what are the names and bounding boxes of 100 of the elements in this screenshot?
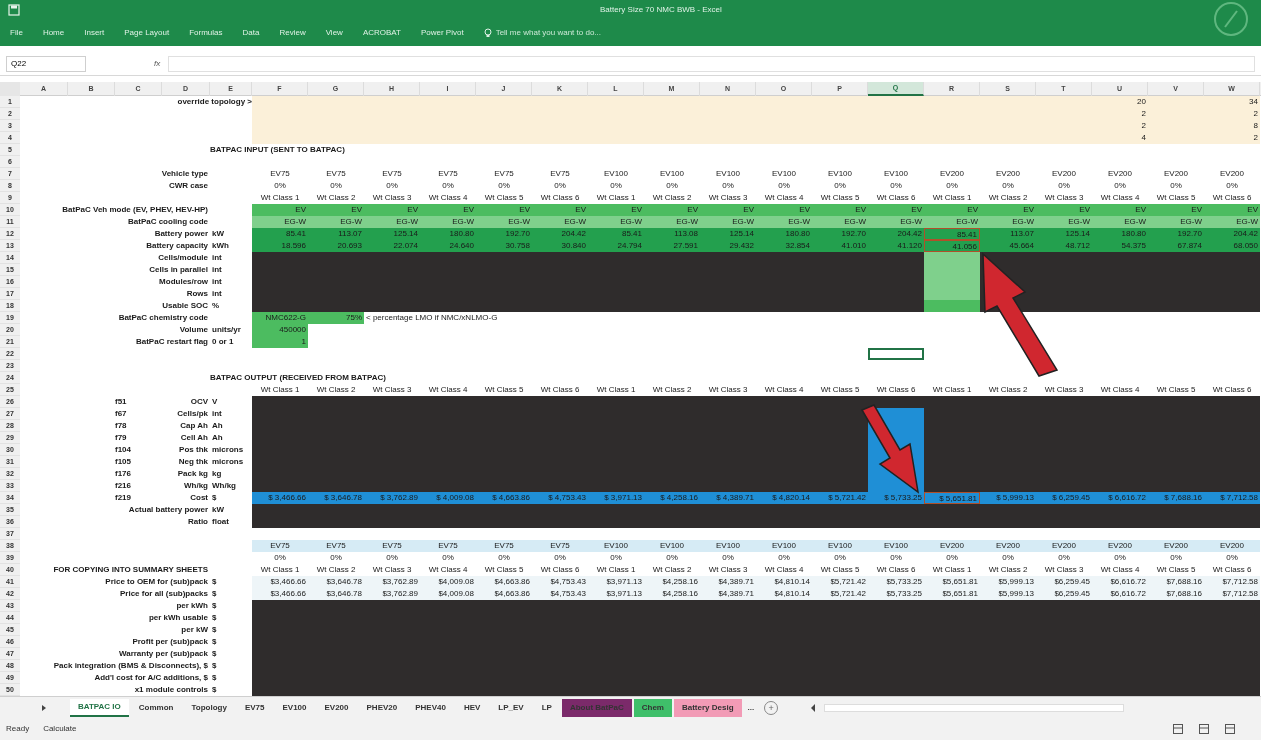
table-cell-text: $ 4,663.86 — [491, 492, 531, 504]
table-cell-text: EG-W — [1011, 216, 1035, 228]
table-cell-text: EV — [686, 204, 699, 216]
table-cell-text: $ 4,258.16 — [659, 492, 699, 504]
sheet-tab[interactable]: LP_EV — [490, 698, 532, 717]
unit-label: $ — [211, 660, 217, 672]
ribbon-tab[interactable]: ACROBAT — [362, 27, 401, 39]
table-cell-text: 180.80 — [1120, 228, 1147, 240]
row-label: Ratio — [187, 516, 209, 528]
row-label: BatPaC chemistry code — [117, 312, 209, 324]
page-layout-icon[interactable] — [1199, 724, 1209, 734]
save-icon[interactable] — [8, 4, 20, 16]
normal-view-icon[interactable] — [1173, 724, 1183, 734]
row-label: per kWh — [175, 600, 209, 612]
sheet-tab[interactable]: Common — [130, 698, 182, 717]
table-cell-text: Wt Class 3 — [1043, 564, 1085, 576]
table-cell-text: 0% — [553, 552, 567, 564]
table-cell-text: Wt Class 3 — [707, 384, 749, 396]
sheet-tab[interactable]: Battery Desig — [673, 698, 742, 717]
table-cell-text: EG-W — [899, 216, 923, 228]
status-text: Ready — [6, 723, 30, 735]
table-cell-text: 0% — [889, 180, 903, 192]
ribbon-tab[interactable]: Insert — [84, 27, 105, 39]
ribbon-tab[interactable]: Page Layout — [124, 27, 170, 39]
table-cell-text: Wt Class 3 — [1043, 384, 1085, 396]
sheet-tab[interactable]: EV75 — [236, 698, 273, 717]
sheet-tab[interactable]: LP — [533, 698, 560, 717]
unit-label: int — [211, 264, 222, 276]
table-cell-text: Wt Class 5 — [1155, 192, 1197, 204]
function-button[interactable]: fx — [154, 57, 161, 70]
table-cell-text: Wt Class 6 — [875, 192, 917, 204]
table-cell-text: $4,663.86 — [493, 588, 531, 600]
table-cell-text: EV — [1134, 204, 1147, 216]
table-cell-text: $5,733.25 — [885, 588, 923, 600]
ribbon-tab[interactable]: Review — [279, 27, 306, 39]
table-cell-text: EG-W — [1067, 216, 1091, 228]
page-break-icon[interactable] — [1225, 724, 1235, 734]
sheet-tab[interactable]: EV100 — [274, 698, 315, 717]
table-cell-text: EV100 — [771, 540, 797, 552]
table-cell-text: $6,616.72 — [1109, 576, 1147, 588]
table-cell-text: EV — [406, 204, 419, 216]
row-label: BatPaC cooling code — [127, 216, 209, 228]
table-cell-text: EG-W — [675, 216, 699, 228]
formula-field[interactable] — [168, 55, 1255, 72]
row-label: BatPaC restart flag — [134, 336, 209, 348]
sheet-tab[interactable]: PHEV20 — [358, 698, 406, 717]
table-cell-text: $6,259.45 — [1053, 576, 1091, 588]
more-sheets-button[interactable]: ... — [743, 701, 759, 714]
ribbon-tab[interactable]: Power Pivot — [420, 27, 464, 39]
ribbon-tab[interactable]: Data — [242, 27, 260, 39]
table-cell — [924, 300, 980, 312]
table-cell-text: 27.591 — [672, 240, 699, 252]
unit-label: % — [211, 300, 220, 312]
table-cell-text: EV75 — [437, 540, 459, 552]
table-cell-text: 4 — [1140, 132, 1147, 144]
ribbon-tab[interactable]: View — [325, 27, 343, 39]
note-text: < percentage LMO if NMC/xNLMO-G — [366, 312, 498, 324]
row-label: Price for all (sub)packs — [118, 588, 209, 600]
table-cell-text: EV75 — [381, 168, 403, 180]
table-cell-text: Wt Class 5 — [483, 384, 525, 396]
row-label: per kW — [180, 624, 209, 636]
table-cell-text: 0% — [1001, 552, 1015, 564]
table-cell-text: EV100 — [827, 168, 853, 180]
sheet-tab[interactable]: PHEV40 — [407, 698, 454, 717]
table-cell-text: Wt Class 1 — [931, 384, 973, 396]
ribbon-tab[interactable]: Formulas — [189, 27, 223, 39]
table-cell-text: EG-W — [1123, 216, 1147, 228]
unit-label: kg — [211, 468, 222, 480]
row-label: BatPaC Veh mode (EV, PHEV, HEV-HP) — [61, 204, 209, 216]
table-cell-text: $5,651.81 — [941, 576, 979, 588]
row-label: override topology > — [177, 96, 252, 108]
table-cell-text: EV75 — [325, 540, 347, 552]
table-cell-text: EV — [1190, 204, 1203, 216]
sheet-tab[interactable]: BATPAC IO — [70, 698, 129, 717]
ribbon-tab[interactable]: Home — [42, 27, 65, 39]
table-cell-text: $ 3,646.78 — [323, 492, 363, 504]
table-cell-text: $3,466.66 — [269, 588, 307, 600]
table-cell-text: $5,651.81 — [941, 588, 979, 600]
table-cell-text: EV200 — [1219, 540, 1245, 552]
unit-label: int — [211, 276, 222, 288]
row-label: Warranty per (sub)pack — [117, 648, 209, 660]
ribbon-tab[interactable]: File — [10, 27, 23, 39]
table-cell-text: EV100 — [603, 540, 629, 552]
table-cell-text: Wt Class 3 — [707, 564, 749, 576]
table-cell — [924, 252, 980, 264]
table-cell-text: $4,258.16 — [661, 576, 699, 588]
name-box[interactable]: Q22 — [6, 55, 86, 72]
row-label: Usable SOC — [161, 300, 209, 312]
table-cell-text: $5,733.25 — [885, 576, 923, 588]
sheet-tab[interactable]: EV200 — [316, 698, 357, 717]
sheet-tab[interactable]: Topology — [183, 698, 235, 717]
table-cell-text: EV200 — [1163, 168, 1189, 180]
sheet-tab[interactable]: HEV — [455, 698, 489, 717]
active-cell[interactable] — [868, 348, 924, 360]
sheet-tab[interactable]: Chem — [633, 698, 672, 717]
tell-me-field[interactable]: Tell me what you want to do... — [495, 27, 646, 39]
horizontal-scrollbar[interactable] — [824, 703, 1125, 712]
table-cell-text: Wt Class 2 — [987, 564, 1029, 576]
row-label: Price to OEM for (sub)pack — [104, 576, 209, 588]
table-cell-text: Wt Class 6 — [539, 564, 581, 576]
